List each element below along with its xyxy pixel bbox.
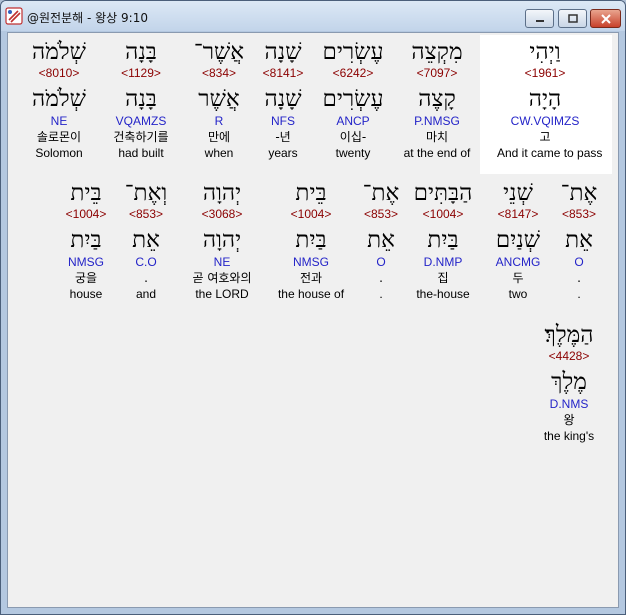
parsing-code: D.NMS bbox=[549, 397, 589, 411]
strong-number: <1004> bbox=[290, 207, 332, 221]
parsing-code: P.NMSG bbox=[414, 114, 460, 128]
hebrew-word: וַיְהִי bbox=[529, 39, 561, 65]
parsing-code: CW.VQIMZS bbox=[510, 114, 580, 128]
strong-number: <8010> bbox=[38, 66, 80, 80]
window-title: @원전분해 - 왕상 9:10 bbox=[27, 11, 148, 25]
hebrew-word: בָּנָה bbox=[125, 39, 157, 65]
parsing-code: NMSG bbox=[293, 255, 329, 269]
parsing-code: NE bbox=[50, 114, 68, 128]
word-16[interactable]: הַמֶּלֶךְ׃ <4428> מֶלֶךְ D.NMS 왕 the kin… bbox=[521, 321, 617, 444]
english-gloss: the king's bbox=[543, 429, 595, 443]
english-gloss: at the end of bbox=[403, 146, 471, 160]
english-gloss: And it came to pass bbox=[497, 146, 603, 160]
minimize-icon bbox=[535, 19, 544, 22]
lemma: בַּיִת bbox=[295, 227, 327, 253]
analysis-panel: וַיְהִי <1961> הָיָה CW.VQIMZS 고 And it … bbox=[7, 32, 619, 608]
lemma: שְׁלֹמֹה bbox=[32, 86, 86, 112]
korean-gloss: 솔로몬이 bbox=[36, 130, 82, 144]
korean-gloss: 궁을 bbox=[74, 271, 98, 285]
title-bar[interactable]: @원전분해 - 왕상 9:10 bbox=[1, 1, 625, 31]
word-1[interactable]: וַיְהִי <1961> הָיָה CW.VQIMZS 고 And it … bbox=[497, 38, 603, 161]
korean-gloss: 전과 bbox=[299, 271, 323, 285]
parsing-code: NMSG bbox=[68, 255, 104, 269]
minimize-button[interactable] bbox=[525, 9, 554, 28]
hebrew-word: מִקְצֵה bbox=[411, 39, 463, 65]
strong-number: <1004> bbox=[65, 207, 107, 221]
word-7[interactable]: שְׁלֹמֹה <8010> שְׁלֹמֹה NE 솔로몬이 Solomon bbox=[11, 38, 107, 161]
strong-number: <1129> bbox=[121, 66, 161, 80]
english-gloss: the house of bbox=[277, 287, 345, 301]
strong-number: <4428> bbox=[548, 349, 590, 363]
close-button[interactable] bbox=[590, 9, 621, 28]
strong-number: <1961> bbox=[524, 66, 566, 80]
parsing-code: VQAMZS bbox=[115, 114, 167, 128]
korean-gloss: 건축하기를 bbox=[113, 130, 169, 144]
hebrew-word: הַמֶּלֶךְ׃ bbox=[544, 322, 594, 348]
maximize-icon bbox=[567, 14, 578, 23]
app-icon bbox=[5, 7, 23, 25]
lemma: קָצֶה bbox=[418, 86, 456, 112]
english-gloss: Solomon bbox=[35, 146, 83, 160]
strong-number: <7097> bbox=[416, 66, 458, 80]
maximize-button[interactable] bbox=[558, 9, 587, 28]
hebrew-word: בֵּית bbox=[70, 180, 102, 206]
lemma: מֶלֶךְ bbox=[551, 369, 587, 395]
korean-gloss: 왕 bbox=[563, 413, 575, 427]
hebrew-word: שְׁלֹמֹה bbox=[32, 39, 86, 65]
english-gloss: had built bbox=[118, 146, 164, 160]
word-15[interactable]: בֵּית <1004> בַּיִת NMSG 궁을 house bbox=[38, 179, 134, 302]
lemma: בָּנָה bbox=[125, 86, 157, 112]
lemma: הָיָה bbox=[528, 86, 562, 112]
word-6[interactable]: בָּנָה <1129> בָּנָה VQAMZS 건축하기를 had bu… bbox=[93, 38, 189, 161]
word-12[interactable]: בֵּית <1004> בַּיִת NMSG 전과 the house of bbox=[263, 179, 359, 302]
korean-gloss: 마치 bbox=[425, 130, 449, 144]
close-icon bbox=[600, 13, 611, 24]
korean-gloss: 고 bbox=[539, 130, 551, 144]
app-window: @원전분해 - 왕상 9:10 וַיְהִי <1961> הָיָה CW.… bbox=[0, 0, 626, 615]
english-gloss: house bbox=[69, 287, 103, 301]
lemma: בַּיִת bbox=[70, 227, 102, 253]
word-2[interactable]: מִקְצֵה <7097> קָצֶה P.NMSG 마치 at the en… bbox=[389, 38, 485, 161]
hebrew-word: בֵּית bbox=[295, 180, 327, 206]
